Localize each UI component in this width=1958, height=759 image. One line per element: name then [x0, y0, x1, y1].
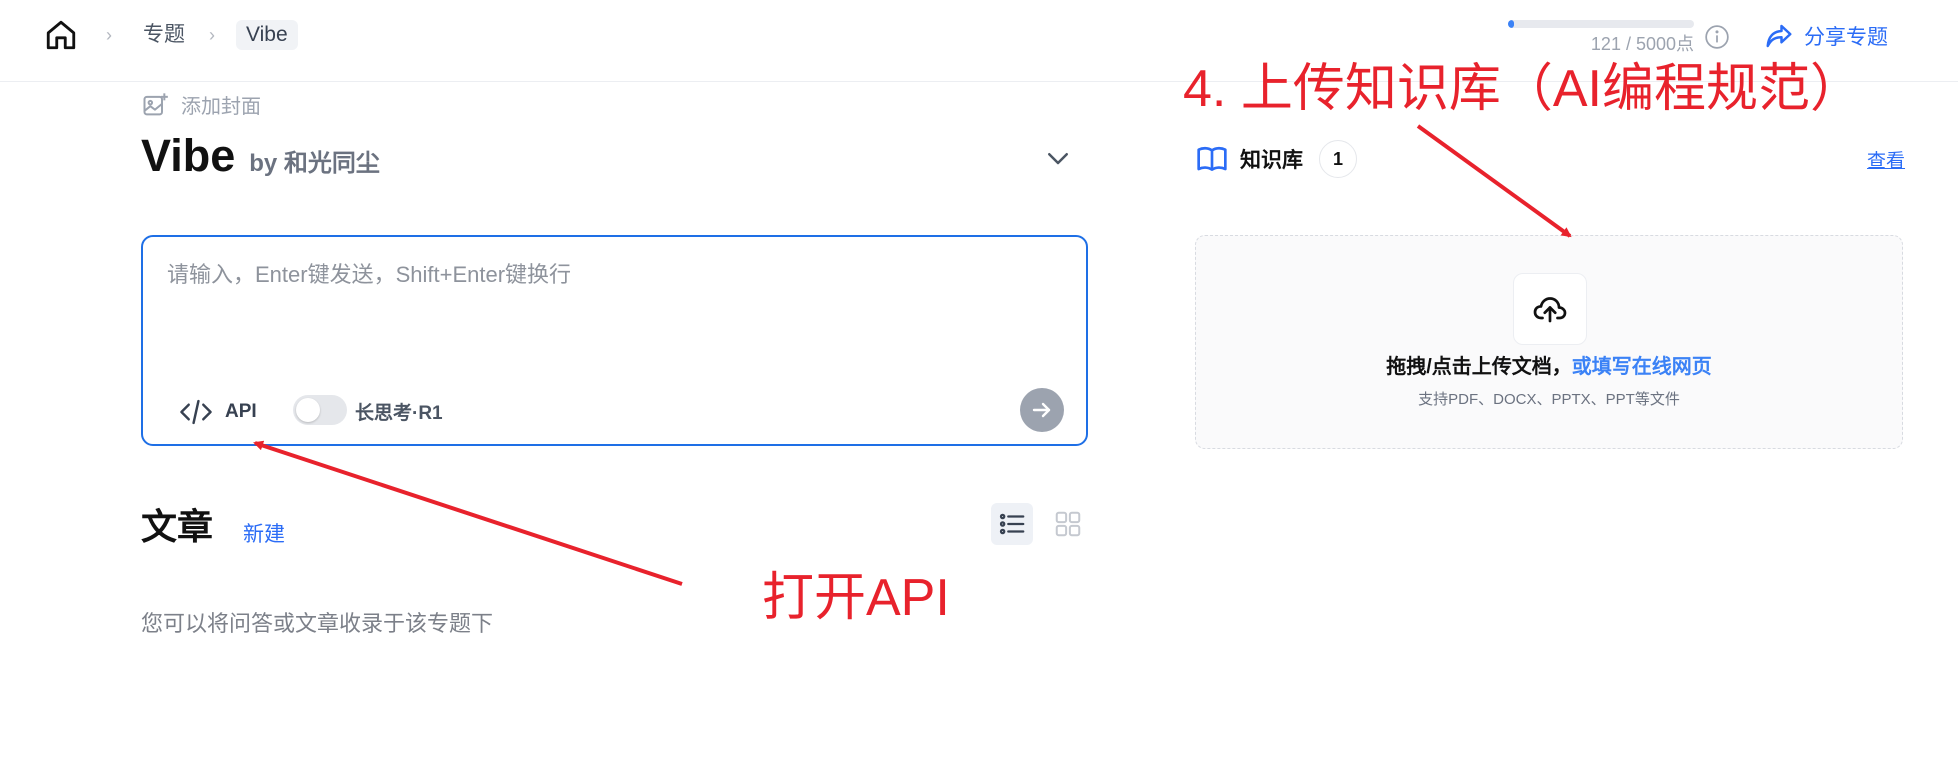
upload-hint: 支持PDF、DOCX、PPTX、PPT等文件	[1418, 391, 1680, 408]
code-icon	[180, 399, 212, 425]
topic-author: by 和光同尘	[249, 150, 380, 177]
breadcrumb-topics[interactable]: 专题	[143, 20, 185, 50]
home-icon[interactable]	[44, 18, 78, 52]
book-icon	[1197, 146, 1227, 171]
quota-progress-fill	[1508, 20, 1514, 28]
breadcrumb-current-topic: Vibe	[236, 20, 298, 50]
add-image-icon	[143, 92, 168, 115]
list-view-icon	[999, 513, 1025, 535]
chevron-down-icon[interactable]	[1043, 143, 1073, 173]
upload-annotation-text: 4. 上传知识库（AI编程规范）	[1183, 60, 1862, 118]
grid-view-button[interactable]	[1047, 503, 1089, 545]
articles-heading: 文章	[141, 506, 214, 547]
info-icon[interactable]	[1704, 24, 1730, 50]
chevron-right-icon: ›	[106, 25, 112, 45]
api-button[interactable]: API	[179, 397, 257, 427]
knowledge-base-header: 知识库 1	[1196, 140, 1357, 178]
share-topic-button[interactable]: 分享专题	[1764, 18, 1888, 54]
chat-input-box: API 长思考·R1	[141, 235, 1088, 446]
knowledge-base-title: 知识库	[1240, 149, 1303, 172]
upload-instruction: 拖拽/点击上传文档，或填写在线网页	[1196, 350, 1902, 379]
online-webpage-link[interactable]: 或填写在线网页	[1572, 356, 1712, 378]
new-article-link[interactable]: 新建	[243, 518, 285, 548]
add-cover-button[interactable]: 添加封面	[141, 90, 261, 119]
upload-icon-box	[1513, 273, 1587, 345]
chevron-right-icon: ›	[209, 25, 215, 45]
page-title: Vibe	[141, 130, 236, 181]
arrow-right-icon	[1032, 402, 1051, 418]
grid-view-icon	[1055, 511, 1081, 537]
upload-annotation-arrow	[1416, 124, 1572, 238]
api-annotation-text: 打开API	[762, 569, 950, 627]
chat-input[interactable]	[167, 257, 1057, 337]
deep-think-label: 长思考·R1	[355, 403, 443, 424]
api-label: API	[225, 401, 257, 422]
share-topic-label: 分享专题	[1804, 26, 1888, 49]
articles-empty-text: 您可以将问答或文章收录于该专题下	[141, 611, 494, 636]
topic-title-row: Vibe by 和光同尘	[141, 130, 380, 182]
upload-dropzone[interactable]: 拖拽/点击上传文档，或填写在线网页 支持PDF、DOCX、PPTX、PPT等文件	[1195, 235, 1903, 449]
cloud-upload-icon	[1533, 297, 1567, 323]
list-view-button[interactable]	[991, 503, 1033, 545]
quota-meter: 121 / 5000点	[1508, 16, 1694, 56]
toggle-knob	[296, 398, 320, 422]
upload-text: 拖拽/点击上传文档，	[1386, 356, 1572, 378]
add-cover-label: 添加封面	[181, 96, 261, 118]
share-icon	[1766, 24, 1792, 48]
quota-progress-bar	[1508, 20, 1694, 28]
send-button[interactable]	[1020, 388, 1064, 432]
deep-think-toggle[interactable]	[293, 395, 347, 425]
view-knowledge-base-link[interactable]: 查看	[1867, 146, 1905, 173]
api-annotation-arrow	[253, 440, 683, 586]
quota-text: 121 / 5000点	[1590, 34, 1694, 54]
knowledge-base-count-badge: 1	[1319, 140, 1357, 178]
